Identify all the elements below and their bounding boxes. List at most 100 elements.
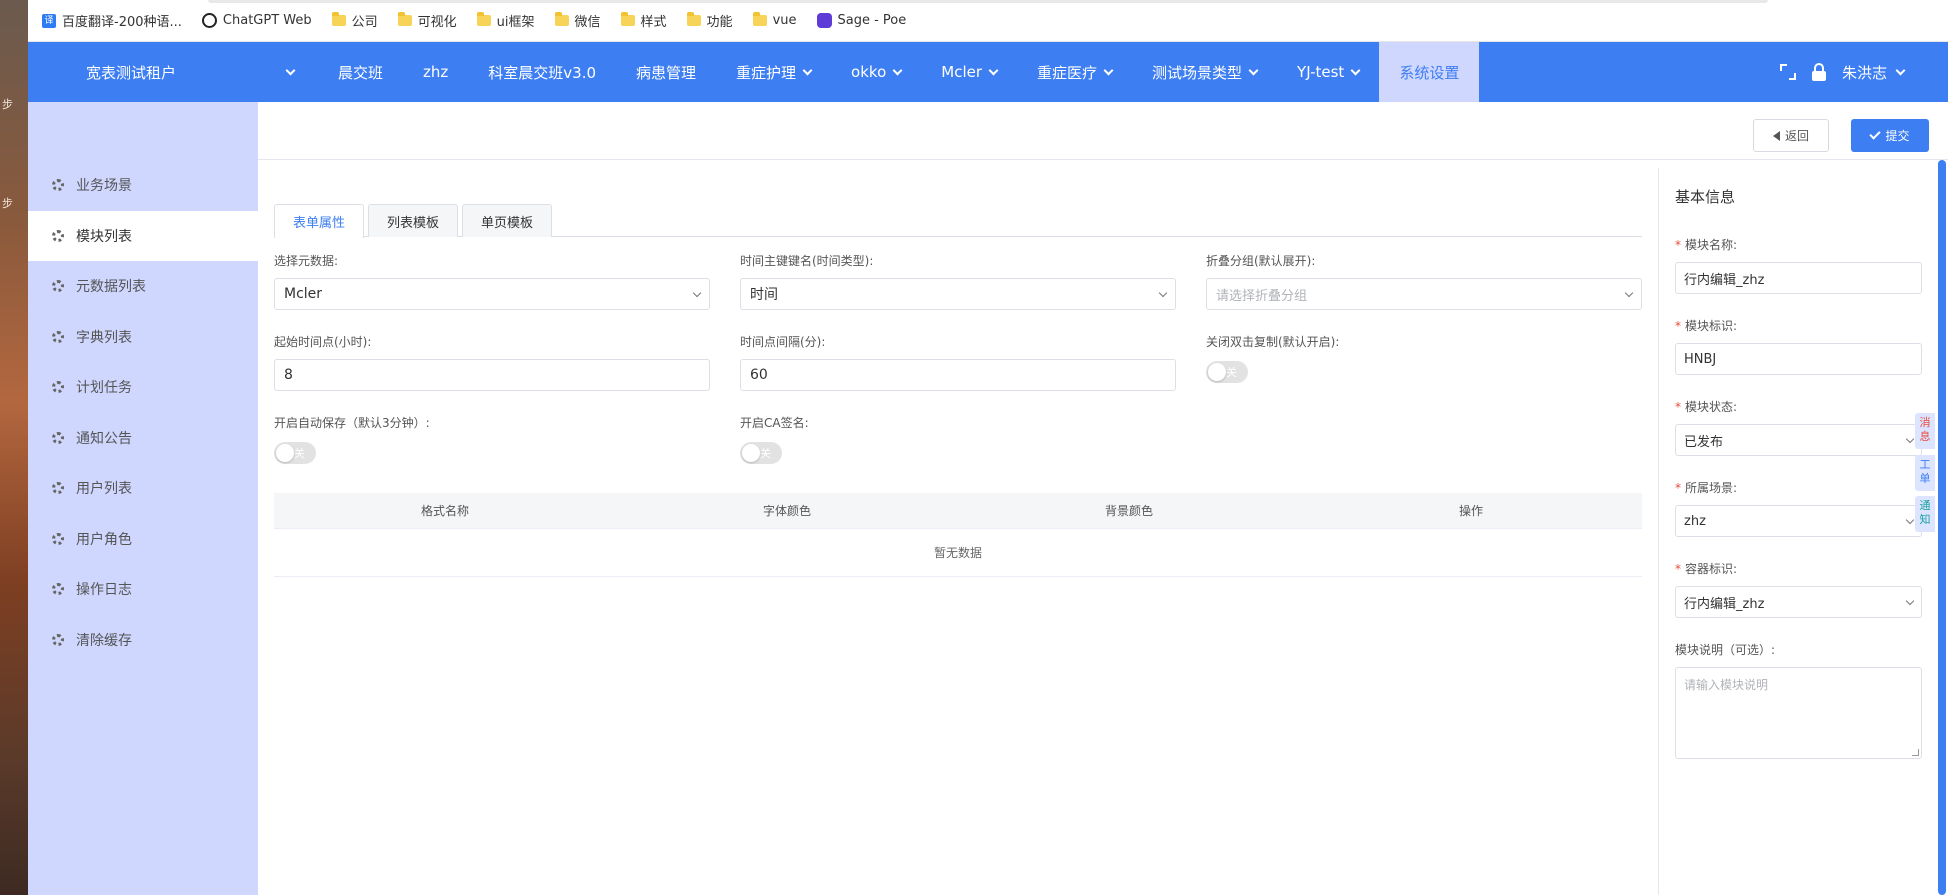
- gear-icon: [52, 432, 64, 444]
- ca-sign-toggle[interactable]: 关: [740, 442, 782, 464]
- poe-icon: [816, 13, 832, 28]
- metadata-select[interactable]: Mcler: [274, 278, 710, 310]
- select-value: 已发布: [1684, 434, 1724, 450]
- sidebar-item-business-scene[interactable]: 业务场景: [28, 160, 258, 210]
- chatgpt-icon: [201, 13, 217, 28]
- scene-select[interactable]: zhz: [1675, 505, 1922, 537]
- interval-input[interactable]: 60: [740, 359, 1176, 391]
- user-name[interactable]: 朱洪志: [1842, 62, 1887, 83]
- back-button-label: 返回: [1784, 129, 1809, 143]
- sidebar-item-announcements[interactable]: 通知公告: [28, 413, 258, 463]
- sidebar-item-metadata-list[interactable]: 元数据列表: [28, 261, 258, 311]
- submit-button[interactable]: 提交: [1851, 119, 1929, 152]
- sidebar-item-clear-cache[interactable]: 清除缓存: [28, 615, 258, 665]
- bookmark-folder-wechat[interactable]: 微信: [554, 11, 601, 30]
- bookmark-folder-feature[interactable]: 功能: [686, 11, 733, 30]
- metadata-field: 选择元数据: Mcler: [274, 252, 710, 310]
- interval-field: 时间点间隔(分): 60: [740, 333, 1176, 391]
- module-desc-textarea[interactable]: 请输入模块说明: [1675, 667, 1922, 759]
- nav-item-icu-nursing[interactable]: 重症护理: [716, 42, 831, 102]
- chevron-down-icon: [802, 65, 813, 75]
- bookmark-folder-ui[interactable]: ui框架: [476, 11, 535, 30]
- panel-title: 基本信息: [1675, 188, 1736, 206]
- horizontal-scrollbar[interactable]: [208, 0, 1768, 3]
- tab-form-properties[interactable]: 表单属性: [274, 204, 365, 238]
- sidebar-item-label: 用户列表: [76, 481, 132, 497]
- fold-group-select[interactable]: 请选择折叠分组: [1206, 278, 1642, 310]
- top-navigation: 宽表测试租户 晨交班 zhz 科室晨交班v3.0 病患管理 重症护理 okko …: [28, 42, 1948, 102]
- nav-item-shift-handover[interactable]: 晨交班: [318, 42, 403, 102]
- float-tab-work-orders[interactable]: 工单: [1915, 455, 1935, 491]
- bookmark-label: 样式: [640, 15, 667, 30]
- fullscreen-icon[interactable]: [1779, 64, 1796, 80]
- bookmark-folder-vue[interactable]: vue: [752, 12, 797, 28]
- format-table: 格式名称 字体颜色 背景颜色 操作 暂无数据: [274, 493, 1642, 577]
- nav-item-label: okko: [851, 63, 887, 81]
- chevron-down-icon[interactable]: [1895, 65, 1906, 75]
- sidebar-item-label: 用户角色: [76, 532, 132, 548]
- textarea-placeholder: 请输入模块说明: [1684, 678, 1769, 692]
- nav-item-dept-handover[interactable]: 科室晨交班v3.0: [468, 42, 616, 102]
- module-id-field: * 模块标识: HNBJ: [1675, 317, 1922, 375]
- panel-divider: [1658, 168, 1659, 895]
- dblclick-copy-toggle[interactable]: 关: [1206, 361, 1248, 383]
- vertical-scrollbar[interactable]: [1938, 160, 1946, 895]
- sidebar-item-user-roles[interactable]: 用户角色: [28, 514, 258, 564]
- time-key-select[interactable]: 时间: [740, 278, 1176, 310]
- module-name-field: * 模块名称: 行内编辑_zhz: [1675, 236, 1922, 294]
- select-value: 时间: [750, 287, 778, 303]
- nav-item-okko[interactable]: okko: [831, 42, 921, 102]
- bookmark-folder-style[interactable]: 样式: [620, 11, 667, 30]
- sidebar-item-user-list[interactable]: 用户列表: [28, 463, 258, 513]
- bookmark-folder-company[interactable]: 公司: [331, 11, 378, 30]
- chevron-down-icon: [692, 288, 702, 297]
- float-tab-messages[interactable]: 消息: [1915, 413, 1935, 449]
- chevron-down-icon: [1158, 288, 1168, 297]
- module-id-input[interactable]: HNBJ: [1675, 343, 1922, 375]
- folder-icon: [397, 12, 412, 26]
- required-mark: *: [1675, 319, 1681, 333]
- nav-item-system-settings[interactable]: 系统设置: [1379, 42, 1480, 102]
- tab-label: 列表模板: [387, 215, 440, 231]
- input-value: 60: [750, 367, 768, 383]
- bookmark-baidu-translate[interactable]: 译百度翻译-200种语...: [42, 11, 182, 30]
- nav-item-patient-mgmt[interactable]: 病患管理: [616, 42, 716, 102]
- tab-list-template[interactable]: 列表模板: [368, 204, 459, 237]
- module-status-field: * 模块状态: 已发布: [1675, 398, 1922, 456]
- float-tab-notifications[interactable]: 通知: [1915, 496, 1935, 532]
- chevron-down-icon: [285, 65, 296, 75]
- gear-icon: [52, 533, 64, 545]
- chevron-down-icon: [1905, 434, 1915, 443]
- bookmark-poe[interactable]: Sage - Poe: [816, 13, 906, 28]
- autosave-toggle[interactable]: 关: [274, 442, 316, 464]
- nav-item-yj-test[interactable]: YJ-test: [1277, 42, 1379, 102]
- tenant-selector[interactable]: 宽表测试租户: [28, 62, 308, 83]
- lock-icon[interactable]: [1811, 63, 1826, 81]
- module-status-select[interactable]: 已发布: [1675, 424, 1922, 456]
- field-label: 时间点间隔(分):: [740, 335, 826, 349]
- sidebar-item-dictionary-list[interactable]: 字典列表: [28, 312, 258, 362]
- bookmark-folder-visual[interactable]: 可视化: [397, 11, 457, 30]
- column-header: 背景颜色: [1104, 504, 1153, 518]
- nav-item-icu-medical[interactable]: 重症医疗: [1017, 42, 1132, 102]
- sidebar-item-scheduled-tasks[interactable]: 计划任务: [28, 362, 258, 412]
- field-label-text: 模块标识:: [1685, 319, 1738, 333]
- bookmark-label: vue: [772, 13, 797, 28]
- bookmark-chatgpt[interactable]: ChatGPT Web: [201, 13, 312, 28]
- field-label: 开启CA签名:: [740, 416, 809, 430]
- back-button[interactable]: 返回: [1753, 119, 1829, 152]
- module-name-input[interactable]: 行内编辑_zhz: [1675, 262, 1922, 294]
- field-label: * 模块名称:: [1675, 236, 1922, 254]
- sidebar-item-module-list[interactable]: 模块列表: [28, 211, 258, 261]
- sidebar-item-operation-log[interactable]: 操作日志: [28, 564, 258, 614]
- start-hour-input[interactable]: 8: [274, 359, 710, 391]
- container-select[interactable]: 行内编辑_zhz: [1675, 586, 1922, 618]
- tab-single-page-template[interactable]: 单页模板: [462, 204, 553, 237]
- bookmark-label: ui框架: [496, 15, 535, 30]
- nav-item-test-scene[interactable]: 测试场景类型: [1132, 42, 1277, 102]
- nav-item-mcler[interactable]: Mcler: [921, 42, 1017, 102]
- toggle-state: 关: [294, 447, 305, 460]
- bookmark-label: 公司: [351, 15, 378, 30]
- nav-item-zhz[interactable]: zhz: [403, 42, 468, 102]
- sidebar: 业务场景 模块列表 元数据列表 字典列表 计划任务 通知公告 用户列表 用户角色…: [28, 102, 258, 895]
